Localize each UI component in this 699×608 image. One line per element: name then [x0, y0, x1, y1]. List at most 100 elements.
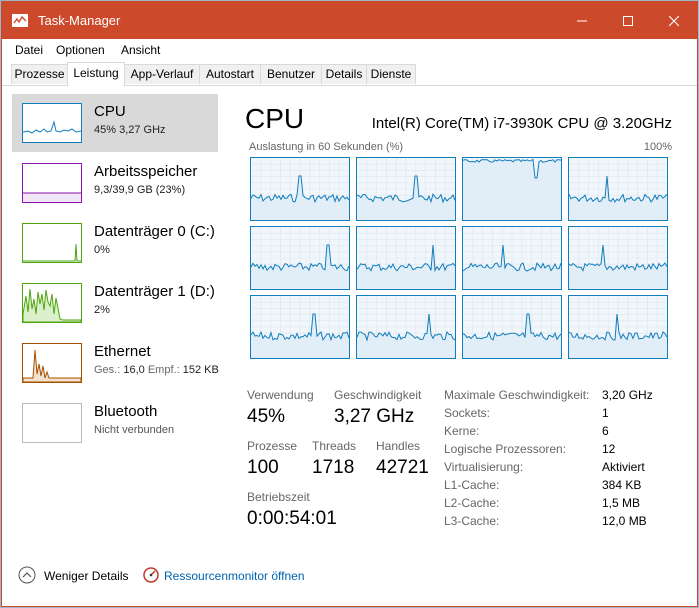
bluetooth-thumbnail-graph: [22, 403, 82, 443]
menu-optionen[interactable]: Optionen: [56, 43, 105, 57]
tab-autostart[interactable]: Autostart: [199, 64, 261, 84]
sidebar-item-sub: 9,3/39,9 GB (23%): [94, 184, 186, 196]
l2-cache-label: L2-Cache:: [444, 496, 500, 510]
sockets-label: Sockets:: [444, 406, 491, 420]
ethernet-sent-label: Ges.:: [94, 364, 121, 376]
processes-label: Prozesse: [247, 439, 298, 453]
cores-label: Kerne:: [444, 424, 480, 438]
utilization-max: 100%: [643, 141, 672, 153]
logical-processor-graph: [462, 295, 562, 359]
sidebar-item-sub: 0%: [94, 244, 110, 256]
minimize-button[interactable]: [559, 2, 605, 39]
tab-app-verlauf[interactable]: App-Verlauf: [124, 64, 200, 84]
logical-processor-graph: [250, 226, 350, 290]
disk0-thumbnail-graph: [22, 223, 82, 263]
max-speed-label: Maximale Geschwindigkeit:: [444, 388, 590, 402]
sidebar-item-label: Datenträger 0 (C:): [94, 223, 215, 240]
maximize-icon: [623, 15, 633, 26]
handles-label: Handles: [376, 439, 421, 453]
sidebar-item-label: Arbeitsspeicher: [94, 163, 198, 180]
logical-processors-label: Logische Prozessoren:: [444, 442, 567, 456]
logical-processor-graphs[interactable]: [250, 157, 668, 363]
logical-processor-graph: [250, 157, 350, 221]
logical-processors-value: 12: [602, 442, 616, 456]
virtualization-label: Virtualisierung:: [444, 460, 524, 474]
ethernet-received-label: Empf.:: [147, 364, 180, 376]
tab-prozesse[interactable]: Prozesse: [11, 64, 68, 84]
sidebar-item-bluetooth[interactable]: Bluetooth Nicht verbunden: [12, 394, 218, 452]
logical-processor-graph: [568, 295, 668, 359]
tab-bar: Prozesse Leistung App-Verlauf Autostart …: [2, 62, 697, 86]
footer: Weniger Details Ressourcenmonitor öffnen: [2, 558, 697, 594]
disk1-thumbnail-graph: [22, 283, 82, 323]
logical-processor-graph: [462, 226, 562, 290]
cores-value: 6: [602, 424, 609, 438]
uptime-label: Betriebszeit: [247, 490, 310, 504]
sidebar-item-sub: Nicht verbunden: [94, 424, 175, 436]
usage-label: Verwendung: [247, 388, 314, 402]
threads-value: 1718: [312, 457, 355, 478]
usage-value: 45%: [247, 406, 286, 427]
cpu-model: Intel(R) Core(TM) i7-3930K CPU @ 3.20GHz: [371, 115, 672, 132]
task-manager-icon: [12, 14, 28, 27]
logical-processor-graph: [250, 295, 350, 359]
l2-cache-value: 1,5 MB: [602, 496, 641, 510]
logical-processor-graph: [462, 157, 562, 221]
page-title: CPU: [245, 103, 305, 134]
sidebar-item-label: Ethernet: [94, 343, 151, 360]
logical-processor-graph: [568, 157, 668, 221]
logical-processor-graph: [356, 157, 456, 221]
virtualization-value: Aktiviert: [602, 460, 645, 474]
l3-cache-label: L3-Cache:: [444, 514, 500, 528]
tab-benutzer[interactable]: Benutzer: [260, 64, 322, 84]
tab-leistung[interactable]: Leistung: [67, 62, 125, 86]
sidebar-item-datentraeger-0[interactable]: Datenträger 0 (C:) 0%: [12, 214, 218, 272]
menu-bar: Datei Optionen Ansicht: [2, 39, 697, 61]
utilization-label: Auslastung in 60 Sekunden (%): [249, 141, 404, 153]
menu-ansicht[interactable]: Ansicht: [121, 43, 160, 57]
sidebar-item-ethernet[interactable]: Ethernet Ges.: 16,0 Empf.: 152 KB: [12, 334, 219, 392]
memory-thumbnail-graph: [22, 163, 82, 203]
l1-cache-value: 384 KB: [602, 478, 642, 492]
logical-processor-graph: [356, 295, 456, 359]
task-manager-window: Task-Manager Datei Optionen Ansicht Proz…: [1, 1, 698, 607]
fewer-details-button[interactable]: Weniger Details: [44, 569, 128, 583]
sidebar-item-arbeitsspeicher[interactable]: Arbeitsspeicher 9,3/39,9 GB (23%): [12, 154, 218, 212]
cpu-thumbnail-graph: [22, 103, 82, 143]
sidebar-item-datentraeger-1[interactable]: Datenträger 1 (D:) 2%: [12, 274, 218, 332]
title-bar[interactable]: Task-Manager: [2, 2, 697, 39]
ethernet-sub: Ges.: 16,0 Empf.: 152 KB: [94, 364, 219, 376]
l1-cache-label: L1-Cache:: [444, 478, 500, 492]
resource-monitor-icon: [143, 567, 159, 583]
window-title: Task-Manager: [38, 13, 121, 28]
sidebar-item-sub: 2%: [94, 304, 110, 316]
speed-value: 3,27 GHz: [334, 406, 415, 427]
ethernet-sent-value: 16,0: [123, 364, 145, 376]
chevron-up-icon[interactable]: [18, 566, 36, 584]
sidebar-item-label: Datenträger 1 (D:): [94, 283, 215, 300]
max-speed-value: 3,20 GHz: [602, 388, 653, 402]
handles-value: 42721: [376, 457, 429, 478]
sidebar-item-label: CPU: [94, 103, 126, 120]
logical-processor-graph: [568, 226, 668, 290]
speed-label: Geschwindigkeit: [334, 388, 422, 402]
sidebar-item-label: Bluetooth: [94, 403, 158, 420]
tab-details[interactable]: Details: [321, 64, 367, 84]
minimize-icon: [577, 20, 587, 21]
maximize-button[interactable]: [605, 2, 651, 39]
tab-dienste[interactable]: Dienste: [366, 64, 416, 84]
sidebar-item-cpu[interactable]: CPU 45% 3,27 GHz: [12, 94, 218, 152]
sidebar-item-sub: 45% 3,27 GHz: [94, 124, 166, 136]
resource-monitor-link[interactable]: Ressourcenmonitor öffnen: [164, 569, 305, 583]
performance-sidebar: CPU 45% 3,27 GHz Arbeitsspeicher 9,3/39,…: [12, 94, 219, 464]
threads-label: Threads: [312, 439, 357, 453]
ethernet-thumbnail-graph: [22, 343, 82, 383]
close-button[interactable]: [651, 2, 697, 39]
l3-cache-value: 12,0 MB: [602, 514, 647, 528]
menu-datei[interactable]: Datei: [15, 43, 43, 57]
uptime-value: 0:00:54:01: [247, 508, 337, 529]
processes-value: 100: [247, 457, 279, 478]
ethernet-received-value: 152 KB: [182, 364, 219, 376]
close-icon: [669, 15, 679, 26]
sockets-value: 1: [602, 406, 609, 420]
